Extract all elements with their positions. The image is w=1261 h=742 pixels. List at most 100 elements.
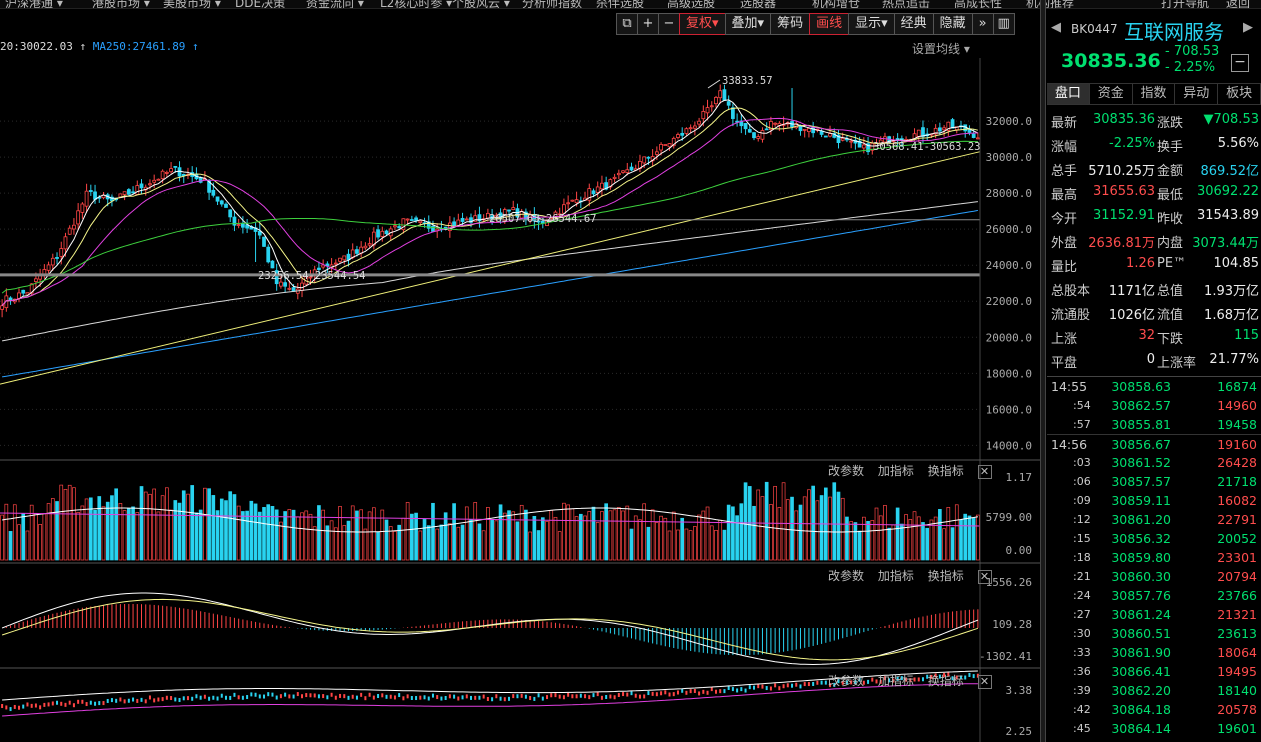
top-menu-item[interactable]: 选股器 bbox=[740, 0, 776, 8]
volume-bar-up bbox=[279, 521, 283, 561]
candle-down bbox=[452, 221, 456, 226]
price-change: - 708.53 - 2.25% bbox=[1165, 44, 1219, 76]
volume-bar-down bbox=[426, 525, 431, 561]
stat-label: 最高 bbox=[1051, 188, 1078, 203]
indicator-mark bbox=[520, 693, 523, 698]
top-menu-item[interactable]: 杀伴选股 bbox=[596, 0, 644, 8]
ma-settings-button[interactable]: 设置均线 ▾ bbox=[912, 40, 970, 57]
stat-label: 今开 bbox=[1051, 212, 1078, 227]
add-indicator-button[interactable]: 加指标 bbox=[878, 674, 914, 688]
collapse-right-icon[interactable]: » bbox=[971, 13, 994, 35]
tab-funds[interactable]: 资金 bbox=[1090, 84, 1133, 104]
collapse-button[interactable]: − bbox=[1231, 54, 1249, 72]
y-tick-label: 3.38 bbox=[1006, 684, 1033, 697]
volume-bar-down bbox=[900, 523, 904, 561]
top-menu-item[interactable]: L2核心时参 ▾ bbox=[380, 0, 452, 8]
switch-indicator-button[interactable]: 换指标 bbox=[928, 674, 964, 688]
candle-up bbox=[169, 168, 173, 173]
chips-button[interactable]: 筹码 bbox=[770, 13, 811, 35]
indicator-mark bbox=[313, 693, 316, 698]
volume-bar-down bbox=[224, 500, 228, 561]
display-button[interactable]: 显示▾ bbox=[848, 13, 895, 35]
indicator-mark bbox=[427, 696, 430, 701]
top-menu-item[interactable]: 返回 bbox=[1226, 0, 1250, 8]
stat-value: 1171亿 bbox=[1108, 284, 1155, 299]
top-menu-item[interactable]: 机构增仓 bbox=[812, 0, 860, 8]
y-tick-label: 0.00 bbox=[1006, 544, 1033, 557]
tick-price: 30861.24 bbox=[1111, 607, 1171, 622]
top-menu-item[interactable]: DDE决策 bbox=[235, 0, 285, 8]
top-menu-item[interactable]: 机构推荐 bbox=[1026, 0, 1074, 8]
volume-bar-up bbox=[638, 519, 642, 561]
tick-price: 30859.80 bbox=[1111, 550, 1171, 565]
indicator-mark bbox=[224, 695, 227, 700]
switch-indicator-button[interactable]: 换指标 bbox=[928, 464, 964, 478]
hide-button[interactable]: 隐藏 bbox=[932, 13, 973, 35]
prev-arrow-icon[interactable]: ◀ bbox=[1051, 20, 1061, 35]
tick-list[interactable]: 14:55 30858.63 16874:54 30862.57 14960:57 308… bbox=[1047, 377, 1261, 738]
indicator-mark bbox=[491, 697, 494, 702]
indicator-mark bbox=[292, 694, 295, 699]
tick-price: 30866.41 bbox=[1111, 664, 1171, 679]
zoom-out-button[interactable]: − bbox=[658, 13, 680, 35]
volume-bar-up bbox=[802, 496, 807, 561]
top-menu-item[interactable]: 高成长性 bbox=[954, 0, 1002, 8]
tab-order-book[interactable]: 盘口 bbox=[1047, 84, 1090, 104]
close-icon[interactable]: ✕ bbox=[977, 465, 992, 479]
edit-params-button[interactable]: 改参数 bbox=[828, 464, 864, 478]
top-menu-item[interactable]: 港股市场 ▾ bbox=[92, 0, 150, 8]
stat-label: 总值 bbox=[1157, 284, 1184, 299]
quote-tabs: 盘口 资金 指数 异动 板块 bbox=[1047, 83, 1261, 105]
layout-icon[interactable]: ▥ bbox=[992, 13, 1015, 35]
candle-up bbox=[676, 134, 680, 138]
close-icon[interactable]: ✕ bbox=[977, 570, 992, 584]
indicator-mark bbox=[676, 690, 679, 695]
top-menu-item[interactable]: 热点追击 bbox=[882, 0, 930, 8]
kline-chart[interactable]: 33833.57 26507.63-26544.67 23256.54-23544.… bbox=[0, 58, 1040, 742]
top-menu-item[interactable]: 分析师指数 bbox=[522, 0, 582, 8]
top-menu-item[interactable]: 打开导航 bbox=[1161, 0, 1209, 8]
stat-value: 1.68万亿 bbox=[1204, 308, 1259, 323]
tab-sector[interactable]: 板块 bbox=[1218, 84, 1261, 104]
top-menu-item[interactable]: 沪深港通 ▾ bbox=[5, 0, 63, 8]
add-indicator-button[interactable]: 加指标 bbox=[878, 569, 914, 583]
indicator-mark bbox=[208, 696, 211, 701]
edit-params-button[interactable]: 改参数 bbox=[828, 569, 864, 583]
top-menu-bar: 沪深港通 ▾ 港股市场 ▾ 美股市场 ▾ DDE决策 资金流向 ▾ L2核心时参 ▾ 个股风… bbox=[0, 0, 1261, 9]
indicator-mark bbox=[799, 684, 802, 689]
tick-price: 30862.20 bbox=[1111, 683, 1171, 698]
indicator-mark bbox=[385, 694, 388, 699]
volume-pane-header: 改参数 加指标 换指标 ✕ bbox=[828, 462, 992, 479]
candle-up bbox=[612, 176, 617, 179]
candle-up bbox=[236, 224, 241, 226]
indicator-mark bbox=[237, 695, 240, 700]
next-arrow-icon[interactable]: ▶ bbox=[1243, 20, 1253, 35]
stat-label: 总手 bbox=[1051, 164, 1078, 179]
indicator-mark bbox=[723, 689, 726, 694]
draw-line-button[interactable]: 画线 bbox=[809, 13, 850, 35]
tick-price: 30861.52 bbox=[1111, 455, 1171, 470]
restore-window-icon[interactable]: ⧉ bbox=[616, 13, 638, 35]
edit-params-button[interactable]: 改参数 bbox=[828, 674, 864, 688]
restore-rights-button[interactable]: 复权▾ bbox=[679, 13, 726, 35]
volume-bar-up bbox=[828, 496, 832, 561]
zoom-in-button[interactable]: + bbox=[637, 13, 659, 35]
top-menu-item[interactable]: 美股市场 ▾ bbox=[163, 0, 221, 8]
top-menu-item[interactable]: 高级选股 bbox=[667, 0, 715, 8]
candle-up bbox=[861, 144, 866, 149]
add-indicator-button[interactable]: 加指标 bbox=[878, 464, 914, 478]
switch-indicator-button[interactable]: 换指标 bbox=[928, 569, 964, 583]
volume-bar-down bbox=[798, 504, 803, 561]
overlay-button[interactable]: 叠加▾ bbox=[724, 13, 772, 35]
classic-button[interactable]: 经典 bbox=[893, 13, 934, 35]
tab-index[interactable]: 指数 bbox=[1133, 84, 1176, 104]
panel-splitter[interactable] bbox=[1040, 0, 1046, 742]
top-menu-item[interactable]: 资金流向 ▾ bbox=[306, 0, 364, 8]
top-menu-item[interactable]: 个股风云 ▾ bbox=[452, 0, 510, 8]
volume-bar-down bbox=[190, 485, 195, 561]
indicator-mark bbox=[110, 698, 113, 703]
close-icon[interactable]: ✕ bbox=[977, 675, 992, 689]
volume-bar-up bbox=[59, 484, 64, 561]
indicator-mark bbox=[322, 694, 325, 699]
tab-abnormal[interactable]: 异动 bbox=[1175, 84, 1219, 104]
